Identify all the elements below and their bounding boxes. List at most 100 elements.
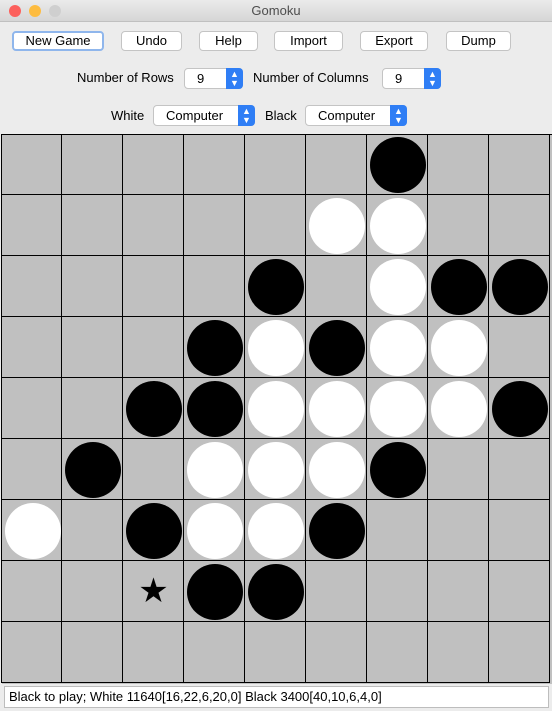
new-game-button[interactable]: New Game	[12, 31, 104, 51]
board-cell-r0-c2[interactable]	[123, 134, 184, 195]
board-cell-r2-c1[interactable]	[62, 256, 123, 317]
board-cell-r7-c2[interactable]: ★	[123, 561, 184, 622]
board-cell-r8-c6[interactable]	[367, 622, 428, 683]
board-cell-r6-c8[interactable]	[489, 500, 550, 561]
board-cell-r5-c7[interactable]	[428, 439, 489, 500]
board-cell-r8-c3[interactable]	[184, 622, 245, 683]
board-cell-r7-c0[interactable]	[1, 561, 62, 622]
board-cell-r5-c8[interactable]	[489, 439, 550, 500]
board-cell-r7-c7[interactable]	[428, 561, 489, 622]
board-cell-r1-c1[interactable]	[62, 195, 123, 256]
board-cell-r4-c0[interactable]	[1, 378, 62, 439]
board-cell-r2-c0[interactable]	[1, 256, 62, 317]
board-cell-r8-c8[interactable]	[489, 622, 550, 683]
board-cell-r2-c4[interactable]	[245, 256, 306, 317]
board-cell-r4-c7[interactable]	[428, 378, 489, 439]
board-cell-r2-c7[interactable]	[428, 256, 489, 317]
board-cell-r3-c0[interactable]	[1, 317, 62, 378]
board-cell-r7-c6[interactable]	[367, 561, 428, 622]
board-cell-r0-c7[interactable]	[428, 134, 489, 195]
board-cell-r2-c3[interactable]	[184, 256, 245, 317]
board-cell-r6-c5[interactable]	[306, 500, 367, 561]
board-cell-r1-c3[interactable]	[184, 195, 245, 256]
board-cell-r8-c5[interactable]	[306, 622, 367, 683]
board-cell-r7-c3[interactable]	[184, 561, 245, 622]
board-cell-r5-c4[interactable]	[245, 439, 306, 500]
white-player-select[interactable]: Computer ▲ ▼	[153, 105, 255, 126]
board-cell-r6-c3[interactable]	[184, 500, 245, 561]
board-cell-r1-c2[interactable]	[123, 195, 184, 256]
board-cell-r1-c4[interactable]	[245, 195, 306, 256]
board-cell-r4-c2[interactable]	[123, 378, 184, 439]
board-cell-r3-c2[interactable]	[123, 317, 184, 378]
chevron-updown-icon: ▲ ▼	[226, 68, 243, 89]
board-cell-r3-c4[interactable]	[245, 317, 306, 378]
board-cell-r0-c4[interactable]	[245, 134, 306, 195]
board-cell-r0-c3[interactable]	[184, 134, 245, 195]
board-cell-r3-c8[interactable]	[489, 317, 550, 378]
board-cell-r1-c7[interactable]	[428, 195, 489, 256]
board-cell-r1-c5[interactable]	[306, 195, 367, 256]
board-cell-r8-c2[interactable]	[123, 622, 184, 683]
dump-button[interactable]: Dump	[446, 31, 511, 51]
board-cell-r2-c8[interactable]	[489, 256, 550, 317]
board-cell-r0-c5[interactable]	[306, 134, 367, 195]
export-button[interactable]: Export	[360, 31, 428, 51]
board-cell-r8-c1[interactable]	[62, 622, 123, 683]
board-cell-r6-c2[interactable]	[123, 500, 184, 561]
black-stone	[126, 503, 182, 559]
board-cell-r4-c3[interactable]	[184, 378, 245, 439]
black-stone	[126, 381, 182, 437]
board-cell-r6-c6[interactable]	[367, 500, 428, 561]
board-cell-r5-c6[interactable]	[367, 439, 428, 500]
board-cell-r7-c4[interactable]	[245, 561, 306, 622]
board-cell-r5-c2[interactable]	[123, 439, 184, 500]
board-cell-r0-c6[interactable]	[367, 134, 428, 195]
board-cell-r4-c4[interactable]	[245, 378, 306, 439]
board-cell-r6-c0[interactable]	[1, 500, 62, 561]
board-cell-r4-c5[interactable]	[306, 378, 367, 439]
minimize-button[interactable]	[29, 5, 41, 17]
black-player-select[interactable]: Computer ▲ ▼	[305, 105, 407, 126]
board-cell-r2-c5[interactable]	[306, 256, 367, 317]
help-button[interactable]: Help	[199, 31, 258, 51]
import-button[interactable]: Import	[274, 31, 343, 51]
board-cell-r4-c1[interactable]	[62, 378, 123, 439]
board-cell-r8-c7[interactable]	[428, 622, 489, 683]
board-cell-r4-c6[interactable]	[367, 378, 428, 439]
board-cell-r7-c1[interactable]	[62, 561, 123, 622]
board-cell-r3-c7[interactable]	[428, 317, 489, 378]
board-cell-r3-c1[interactable]	[62, 317, 123, 378]
board-cell-r1-c6[interactable]	[367, 195, 428, 256]
board-cell-r1-c8[interactable]	[489, 195, 550, 256]
board-cell-r8-c0[interactable]	[1, 622, 62, 683]
board-cell-r5-c5[interactable]	[306, 439, 367, 500]
black-stone	[187, 381, 243, 437]
board-cell-r6-c1[interactable]	[62, 500, 123, 561]
board-cell-r0-c1[interactable]	[62, 134, 123, 195]
board-cell-r7-c5[interactable]	[306, 561, 367, 622]
board-cell-r2-c2[interactable]	[123, 256, 184, 317]
board-cell-r3-c3[interactable]	[184, 317, 245, 378]
black-stone	[370, 137, 426, 193]
board-cell-r0-c8[interactable]	[489, 134, 550, 195]
board-cell-r6-c4[interactable]	[245, 500, 306, 561]
board-cell-r5-c0[interactable]	[1, 439, 62, 500]
board-cell-r7-c8[interactable]	[489, 561, 550, 622]
undo-button[interactable]: Undo	[121, 31, 182, 51]
board-cell-r4-c8[interactable]	[489, 378, 550, 439]
board-cell-r5-c1[interactable]	[62, 439, 123, 500]
board-cell-r2-c6[interactable]	[367, 256, 428, 317]
rows-select[interactable]: 9 ▲ ▼	[184, 68, 243, 89]
board-cell-r3-c6[interactable]	[367, 317, 428, 378]
board-cell-r3-c5[interactable]	[306, 317, 367, 378]
board-cell-r1-c0[interactable]	[1, 195, 62, 256]
close-button[interactable]	[9, 5, 21, 17]
game-board[interactable]: ★	[1, 134, 552, 684]
zoom-button[interactable]	[49, 5, 61, 17]
board-cell-r6-c7[interactable]	[428, 500, 489, 561]
board-cell-r5-c3[interactable]	[184, 439, 245, 500]
columns-select[interactable]: 9 ▲ ▼	[382, 68, 441, 89]
board-cell-r8-c4[interactable]	[245, 622, 306, 683]
board-cell-r0-c0[interactable]	[1, 134, 62, 195]
